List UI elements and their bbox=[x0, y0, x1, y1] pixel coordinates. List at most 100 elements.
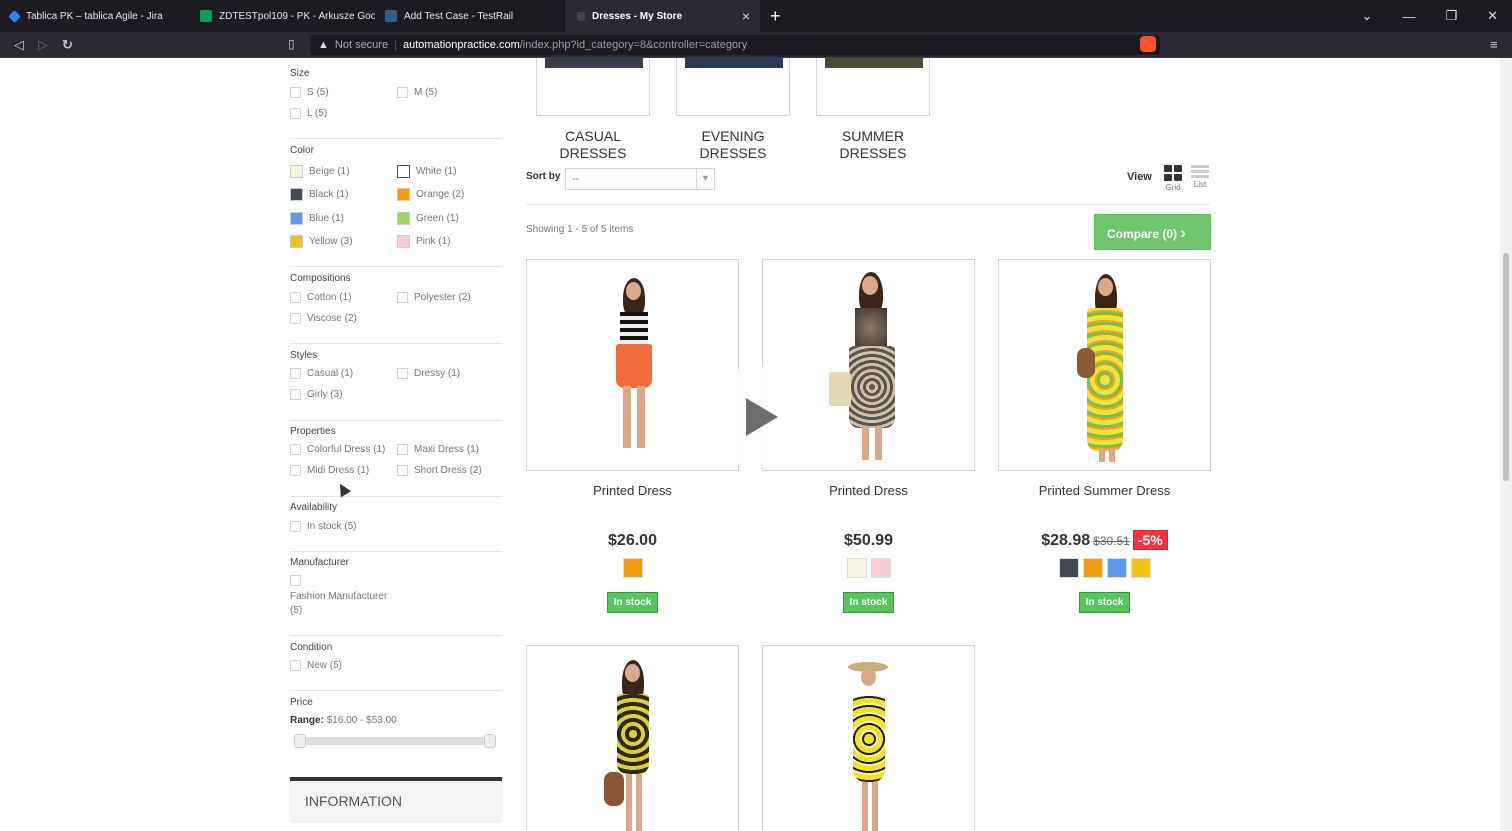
product-name-2[interactable]: Printed Dress bbox=[762, 483, 975, 498]
checkbox[interactable] bbox=[290, 389, 301, 400]
price-slider-max-handle[interactable] bbox=[484, 734, 496, 748]
filter-style-casual[interactable]: Casual (1) bbox=[290, 368, 353, 379]
list-view-button[interactable]: List bbox=[1190, 165, 1210, 189]
filter-color-white[interactable]: White (1) bbox=[397, 165, 457, 178]
price-slider[interactable] bbox=[294, 734, 496, 748]
color-swatch[interactable] bbox=[290, 212, 303, 225]
filter-manufacturer-checkbox[interactable] bbox=[290, 575, 301, 586]
tab-list-icon[interactable]: ⌄ bbox=[1362, 8, 1373, 24]
product-count: Showing 1 - 5 of 5 items bbox=[526, 224, 634, 235]
product-color-swatch[interactable] bbox=[870, 558, 891, 578]
filter-color-pink[interactable]: Pink (1) bbox=[397, 235, 450, 248]
filter-property-midi[interactable]: Midi Dress (1) bbox=[290, 465, 369, 476]
tab-testrail[interactable]: Add Test Case - TestRail bbox=[375, 0, 565, 32]
page-scrollbar[interactable] bbox=[1500, 58, 1512, 831]
filter-size-s[interactable]: S (5) bbox=[290, 87, 329, 98]
checkbox[interactable] bbox=[290, 87, 301, 98]
checkbox[interactable] bbox=[290, 108, 301, 119]
filter-color-beige[interactable]: Beige (1) bbox=[290, 165, 350, 178]
product-name-1[interactable]: Printed Dress bbox=[526, 483, 739, 498]
url-field[interactable]: ▲ Not secure | automationpractice.com/in… bbox=[310, 35, 1160, 55]
divider bbox=[290, 343, 502, 344]
subcategory-image-summer[interactable] bbox=[816, 58, 930, 116]
product-color-swatch[interactable] bbox=[1106, 558, 1127, 578]
filter-size-l[interactable]: L (5) bbox=[290, 108, 327, 119]
grid-view-button[interactable]: Grid bbox=[1163, 165, 1183, 192]
subcategory-evening-dresses[interactable]: EVENING DRESSES bbox=[663, 128, 803, 162]
checkbox[interactable] bbox=[290, 368, 301, 379]
product-color-swatch[interactable] bbox=[622, 558, 643, 578]
product-color-swatch[interactable] bbox=[1130, 558, 1151, 578]
close-window-button[interactable]: ✕ bbox=[1487, 8, 1498, 24]
reload-icon[interactable]: ↻ bbox=[62, 37, 73, 53]
sort-select[interactable]: -- ▼ bbox=[565, 168, 715, 190]
filter-condition-new[interactable]: New (5) bbox=[290, 660, 342, 671]
information-block-title[interactable]: INFORMATION bbox=[290, 777, 502, 823]
product-image-3[interactable] bbox=[998, 259, 1211, 471]
minimize-button[interactable]: — bbox=[1402, 9, 1415, 24]
product-name-3[interactable]: Printed Summer Dress bbox=[998, 483, 1211, 498]
color-swatch[interactable] bbox=[397, 212, 410, 225]
new-tab-button[interactable]: + bbox=[760, 0, 791, 32]
checkbox[interactable] bbox=[290, 313, 301, 324]
close-tab-icon[interactable]: × bbox=[742, 8, 750, 24]
product-color-swatch[interactable] bbox=[846, 558, 867, 578]
filter-color-black[interactable]: Black (1) bbox=[290, 188, 348, 201]
tab-my-store[interactable]: Dresses - My Store × bbox=[565, 0, 760, 32]
subcategory-image-evening[interactable] bbox=[676, 58, 790, 116]
checkbox[interactable] bbox=[290, 292, 301, 303]
subcategory-casual-dresses[interactable]: CASUAL DRESSES bbox=[523, 128, 663, 162]
tab-jira[interactable]: Tablica PK – tablica Agile - Jira bbox=[0, 0, 190, 32]
filter-color-blue[interactable]: Blue (1) bbox=[290, 212, 344, 225]
restore-button[interactable]: ❐ bbox=[1445, 8, 1457, 24]
compare-button[interactable]: Compare (0) › bbox=[1094, 214, 1211, 250]
checkbox[interactable] bbox=[290, 660, 301, 671]
checkbox[interactable] bbox=[290, 444, 301, 455]
subcategory-image-casual[interactable] bbox=[536, 58, 650, 116]
filter-color-green[interactable]: Green (1) bbox=[397, 212, 459, 225]
filter-composition-cotton[interactable]: Cotton (1) bbox=[290, 292, 351, 303]
back-icon[interactable]: ◁ bbox=[14, 37, 24, 53]
product-image-4[interactable] bbox=[526, 645, 739, 831]
filter-color-yellow[interactable]: Yellow (3) bbox=[290, 235, 353, 248]
filter-property-colorful[interactable]: Colorful Dress (1) bbox=[290, 444, 385, 455]
checkbox[interactable] bbox=[397, 444, 408, 455]
color-swatch[interactable] bbox=[397, 188, 410, 201]
subcategory-summer-dresses[interactable]: SUMMER DRESSES bbox=[803, 128, 943, 162]
filter-size-m[interactable]: M (5) bbox=[397, 87, 437, 98]
filter-style-dressy[interactable]: Dressy (1) bbox=[397, 368, 460, 379]
video-play-button[interactable] bbox=[706, 366, 808, 468]
filter-property-short[interactable]: Short Dress (2) bbox=[397, 465, 482, 476]
bookmark-icon[interactable]: ▯ bbox=[288, 37, 295, 51]
filter-composition-viscose[interactable]: Viscose (2) bbox=[290, 313, 357, 324]
checkbox[interactable] bbox=[397, 87, 408, 98]
filter-color-orange[interactable]: Orange (2) bbox=[397, 188, 464, 201]
color-swatch[interactable] bbox=[397, 165, 410, 178]
price-slider-min-handle[interactable] bbox=[294, 734, 306, 748]
tab-google-sheets[interactable]: ZDTESTpol109 - PK - Arkusze Google bbox=[190, 0, 375, 32]
color-swatch[interactable] bbox=[397, 235, 410, 248]
filter-availability-in-stock[interactable]: In stock (5) bbox=[290, 521, 356, 532]
brave-shield-icon[interactable] bbox=[1140, 36, 1156, 52]
menu-icon[interactable]: ≡ bbox=[1490, 37, 1498, 52]
product-color-swatch[interactable] bbox=[1058, 558, 1079, 578]
checkbox[interactable] bbox=[290, 521, 301, 532]
color-swatch[interactable] bbox=[290, 188, 303, 201]
product-image-5[interactable] bbox=[762, 645, 975, 831]
checkbox[interactable] bbox=[397, 465, 408, 476]
filter-property-maxi[interactable]: Maxi Dress (1) bbox=[397, 444, 479, 455]
checkbox[interactable] bbox=[290, 465, 301, 476]
product-color-swatch[interactable] bbox=[1082, 558, 1103, 578]
color-swatch[interactable] bbox=[290, 165, 303, 178]
forward-icon[interactable]: ▷ bbox=[38, 37, 48, 53]
checkbox[interactable] bbox=[397, 368, 408, 379]
scrollbar-thumb[interactable] bbox=[1503, 253, 1509, 481]
checkbox[interactable] bbox=[397, 292, 408, 303]
color-swatch[interactable] bbox=[290, 235, 303, 248]
divider bbox=[290, 496, 502, 497]
filter-manufacturer-label[interactable]: Fashion Manufacturer bbox=[290, 591, 387, 602]
product-image-1[interactable] bbox=[526, 259, 739, 471]
product-photo bbox=[828, 272, 909, 462]
filter-style-girly[interactable]: Girly (3) bbox=[290, 389, 343, 400]
filter-composition-polyester[interactable]: Polyester (2) bbox=[397, 292, 471, 303]
